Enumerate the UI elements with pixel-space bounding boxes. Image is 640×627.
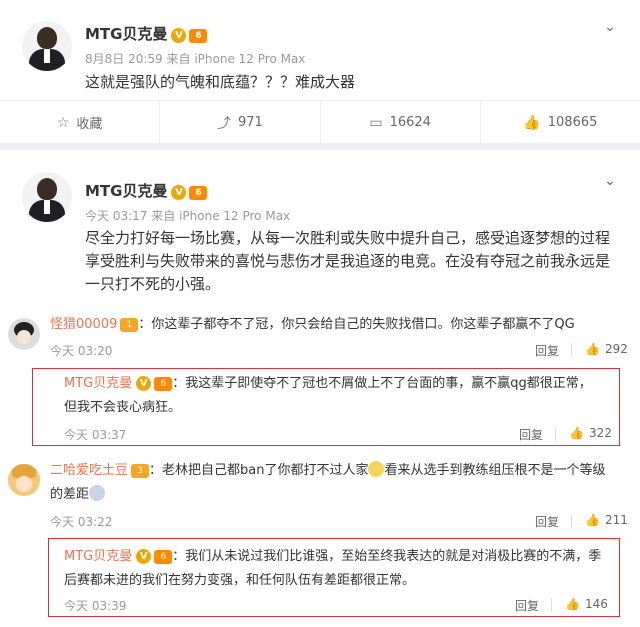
- thumbs-up-icon: 👍: [585, 513, 600, 527]
- source-device: iPhone 12 Pro Max: [194, 52, 306, 66]
- divider: [571, 343, 572, 357]
- comment-button[interactable]: ▭ 16624: [321, 101, 481, 144]
- comment-item: 二哈爱吃土豆 3 ：老林把自己都ban了你都打不过人家 看来从选手到教练组压根不是一个…: [0, 458, 640, 536]
- source-prefix: 来自: [166, 52, 191, 66]
- favorite-button[interactable]: ☆ 收藏: [0, 101, 161, 144]
- comment-body: ：老林把自己都ban了你都打不过人家: [149, 463, 369, 478]
- reply-button[interactable]: 回复: [519, 426, 543, 443]
- level-badge-icon: 6: [154, 550, 173, 564]
- comment-body: ：你这辈子都夺不了冠，你只会给自己的失败找借口。你这辈子都赢不了QG: [138, 317, 575, 332]
- comment-like-button[interactable]: 👍 146: [565, 597, 608, 611]
- comment-text: 怪猎00009 1 ：你这辈子都夺不了冠，你只会给自己的失败找借口。你这辈子都赢不了…: [50, 313, 630, 337]
- comment-body: 但我不会丧心病狂。: [64, 400, 182, 415]
- weibo-post-1: MTG贝克曼 V 6 8月8日 20:59 来自 iPhone 12 Pro Max…: [0, 0, 640, 144]
- like-count: 292: [604, 342, 628, 356]
- comment-body: 看来从选手到教练组压根不是一个等级: [384, 463, 606, 478]
- chevron-down-icon[interactable]: ⌄: [603, 20, 617, 34]
- username-text[interactable]: MTG贝克曼: [85, 182, 167, 200]
- repost-count: 971: [237, 115, 263, 130]
- comment-count: 16624: [389, 115, 431, 130]
- comment-reply-item: MTG贝克曼 V 6 ：我这辈子即使夺不了冠也不屑做上不了台面的事，赢不赢qg都很正常…: [0, 372, 640, 442]
- post-username[interactable]: MTG贝克曼 V 6: [85, 23, 208, 44]
- verified-badge-icon: V: [136, 549, 152, 564]
- avatar[interactable]: [22, 172, 72, 222]
- post-meta: 今天 03:17 来自 iPhone 12 Pro Max: [85, 207, 290, 224]
- comment-body: 的差距: [50, 487, 90, 502]
- comment-item: 怪猎00009 1 ：你这辈子都夺不了冠，你只会给自己的失败找借口。你这辈子都赢不了…: [0, 310, 640, 366]
- like-count: 108665: [547, 115, 598, 130]
- comment-reply-item: MTG贝克曼 V 6 ：我们从未说过我们比谁强，至始至终我表达的就是对消极比赛的不满，…: [0, 545, 640, 615]
- repost-button[interactable]: ⤴ 971: [160, 101, 321, 144]
- emoji-icon: [89, 485, 106, 501]
- star-icon: ☆: [56, 114, 70, 131]
- thumbs-up-icon: 👍: [569, 426, 584, 440]
- comment-text: MTG贝克曼 V 6 ：我这辈子即使夺不了冠也不屑做上不了台面的事，赢不赢qg都很正常…: [64, 372, 614, 420]
- reply-button[interactable]: 回复: [535, 342, 559, 359]
- verified-badge-icon: V: [136, 376, 152, 391]
- commenter-name[interactable]: MTG贝克曼: [64, 376, 132, 391]
- comment-body: ：我这辈子即使夺不了冠也不屑做上不了台面的事，赢不赢qg都很正常，: [172, 376, 592, 391]
- thumbs-up-icon: 👍: [523, 114, 541, 131]
- post-text-line: 尽全力打好每一场比赛，从每一次胜利或失败中提升自己，感受追逐梦想的过程: [85, 229, 611, 247]
- post-time[interactable]: 8月8日 20:59: [85, 52, 163, 66]
- comment-time: 今天 03:37: [64, 428, 127, 442]
- post-time[interactable]: 今天 03:17: [85, 209, 147, 223]
- weibo-post-2: MTG贝克曼 V 6 今天 03:17 来自 iPhone 12 Pro Max ⌄…: [0, 150, 640, 627]
- like-count: 146: [584, 597, 608, 611]
- divider: [571, 514, 572, 528]
- commenter-avatar[interactable]: [8, 464, 40, 496]
- divider: [555, 427, 556, 441]
- comment-body: ：我们从未说过我们比谁强，至始至终我表达的就是对消极比赛的不满，季: [172, 549, 602, 564]
- verified-badge-icon: V: [171, 28, 187, 43]
- action-bar: ☆ 收藏 ⤴ 971 ▭ 16624 👍 108665: [0, 100, 640, 144]
- post-text: 尽全力打好每一场比赛，从每一次胜利或失败中提升自己，感受追逐梦想的过程 享受胜利…: [85, 227, 625, 296]
- comment-like-button[interactable]: 👍 322: [569, 426, 612, 440]
- like-count: 322: [588, 426, 612, 440]
- post-username[interactable]: MTG贝克曼 V 6: [85, 180, 208, 201]
- like-button[interactable]: 👍 108665: [481, 101, 640, 144]
- dog-emoji-icon: [368, 461, 385, 477]
- source-device: iPhone 12 Pro Max: [179, 209, 291, 223]
- level-badge-icon: 6: [189, 186, 208, 200]
- comment-time: 今天 03:22: [50, 515, 113, 529]
- thumbs-up-icon: 👍: [565, 597, 580, 611]
- repost-icon: ⤴: [216, 115, 231, 132]
- divider: [551, 598, 552, 612]
- comment-body: 后赛都未进的我们在努力变强，和任何队伍有差距都很正常。: [64, 573, 416, 588]
- avatar[interactable]: [22, 21, 72, 71]
- level-badge-icon: 3: [131, 464, 150, 478]
- comment-like-button[interactable]: 👍 211: [585, 513, 628, 527]
- thumbs-up-icon: 👍: [585, 342, 600, 356]
- level-badge-icon: 6: [154, 377, 173, 391]
- comment-like-button[interactable]: 👍 292: [585, 342, 628, 356]
- username-text[interactable]: MTG贝克曼: [85, 25, 167, 43]
- like-count: 211: [604, 513, 628, 527]
- post-text: 这就是强队的气魄和底蕴？？？难成大器: [85, 73, 356, 91]
- comment-time: 今天 03:39: [64, 599, 127, 613]
- level-badge-icon: 6: [189, 29, 208, 43]
- commenter-avatar[interactable]: [8, 318, 40, 350]
- chevron-down-icon[interactable]: ⌄: [603, 174, 617, 188]
- post-meta: 8月8日 20:59 来自 iPhone 12 Pro Max: [85, 50, 305, 67]
- commenter-name[interactable]: MTG贝克曼: [64, 549, 132, 564]
- comment-icon: ▭: [369, 114, 383, 131]
- reply-button[interactable]: 回复: [515, 597, 539, 614]
- reply-button[interactable]: 回复: [535, 513, 559, 530]
- level-badge-icon: 1: [120, 318, 139, 332]
- commenter-name[interactable]: 二哈爱吃土豆: [50, 463, 128, 478]
- comment-time: 今天 03:20: [50, 344, 113, 358]
- verified-badge-icon: V: [171, 185, 187, 200]
- source-prefix: 来自: [151, 209, 176, 223]
- commenter-name[interactable]: 怪猎00009: [50, 317, 117, 332]
- comment-text: MTG贝克曼 V 6 ：我们从未说过我们比谁强，至始至终我表达的就是对消极比赛的不满，…: [64, 545, 616, 593]
- favorite-label: 收藏: [76, 117, 103, 132]
- post-text-line: 一只打不死的小强。: [85, 275, 221, 293]
- comment-text: 二哈爱吃土豆 3 ：老林把自己都ban了你都打不过人家 看来从选手到教练组压根不是一个…: [50, 459, 630, 507]
- post-text-line: 享受胜利与失败带来的喜悦与悲伤才是我追逐的电竞。在没有夺冠之前我永远是: [85, 252, 611, 270]
